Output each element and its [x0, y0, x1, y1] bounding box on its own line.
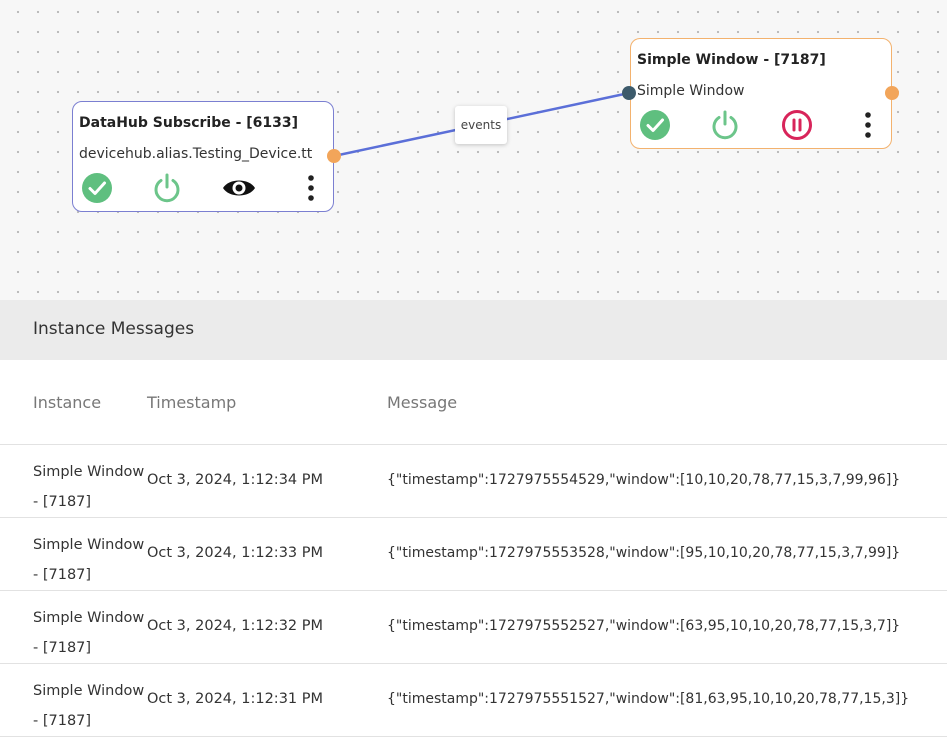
node-title: Simple Window - [7187]	[637, 52, 826, 68]
node-datahub-subscribe[interactable]: DataHub Subscribe - [6133] devicehub.ali…	[72, 101, 334, 212]
window-input-port[interactable]	[622, 86, 636, 100]
power-icon[interactable]	[151, 172, 183, 204]
more-vertical-icon[interactable]	[303, 172, 319, 204]
cell-message: {"timestamp":1727975554529,"window":[10,…	[387, 472, 901, 488]
column-header-instance[interactable]: Instance	[33, 393, 145, 412]
cell-instance: Simple Window - [7187]	[33, 537, 145, 583]
table-header: Instance Timestamp Message	[0, 360, 947, 445]
node-simple-window[interactable]: Simple Window - [7187] Simple Window	[630, 38, 892, 149]
instance-messages-table: Instance Timestamp Message Simple Window…	[0, 360, 947, 737]
edge-label-events[interactable]: events	[455, 106, 507, 144]
node-subtitle: Simple Window	[637, 83, 745, 99]
cell-instance: Simple Window - [7187]	[33, 610, 145, 656]
flow-canvas[interactable]: events DataHub Subscribe - [6133] device…	[0, 0, 947, 300]
window-output-port[interactable]	[885, 86, 899, 100]
table-row[interactable]: Simple Window - [7187] Oct 3, 2024, 1:12…	[0, 664, 947, 737]
check-circle-icon[interactable]	[81, 172, 113, 204]
cell-timestamp: Oct 3, 2024, 1:12:31 PM	[147, 691, 324, 707]
table-row[interactable]: Simple Window - [7187] Oct 3, 2024, 1:12…	[0, 591, 947, 664]
node-actions	[81, 172, 329, 206]
cell-message: {"timestamp":1727975551527,"window":[81,…	[387, 691, 910, 707]
node-title: DataHub Subscribe - [6133]	[79, 115, 299, 131]
cell-message: {"timestamp":1727975552527,"window":[63,…	[387, 618, 901, 634]
cell-instance: Simple Window - [7187]	[33, 683, 145, 729]
cell-message: {"timestamp":1727975553528,"window":[95,…	[387, 545, 901, 561]
cell-timestamp: Oct 3, 2024, 1:12:33 PM	[147, 545, 324, 561]
more-vertical-icon[interactable]	[860, 109, 876, 141]
check-circle-icon[interactable]	[639, 109, 671, 141]
table-row[interactable]: Simple Window - [7187] Oct 3, 2024, 1:12…	[0, 518, 947, 591]
section-title: Instance Messages	[33, 319, 195, 339]
table-row[interactable]: Simple Window - [7187] Oct 3, 2024, 1:12…	[0, 445, 947, 518]
datahub-output-port[interactable]	[327, 149, 341, 163]
node-subtitle: devicehub.alias.Testing_Device.tt	[79, 146, 313, 162]
eye-icon[interactable]	[221, 172, 257, 204]
column-header-message[interactable]: Message	[387, 393, 942, 412]
instance-messages-header: Instance Messages	[0, 300, 947, 360]
cell-timestamp: Oct 3, 2024, 1:12:34 PM	[147, 472, 324, 488]
pause-circle-icon[interactable]	[781, 109, 813, 141]
power-icon[interactable]	[709, 109, 741, 141]
cell-instance: Simple Window - [7187]	[33, 464, 145, 510]
column-header-timestamp[interactable]: Timestamp	[147, 393, 377, 412]
node-actions	[639, 109, 887, 143]
cell-timestamp: Oct 3, 2024, 1:12:32 PM	[147, 618, 324, 634]
